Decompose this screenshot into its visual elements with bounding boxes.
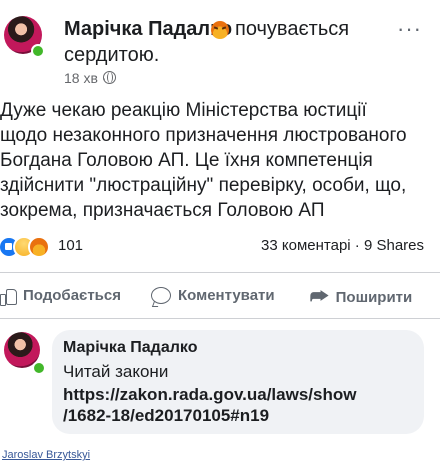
comment-label: Коментувати xyxy=(178,287,275,304)
post-text-line: зокрема, призначається Головою АП xyxy=(0,200,325,221)
reaction-count: 101 xyxy=(58,237,84,254)
globe-icon[interactable] xyxy=(103,71,116,84)
share-arrow-icon: ⮫ xyxy=(310,286,329,308)
angry-face-emoji-icon xyxy=(211,21,229,39)
facebook-post: Марічка Падалко почувається сердитою. 18… xyxy=(0,0,440,461)
online-status-dot xyxy=(32,361,46,375)
post-text-line: Дуже чекаю реакцію Міністерства юстиції xyxy=(0,100,367,121)
share-button[interactable]: ⮫ Поширити xyxy=(310,287,412,307)
comment-author[interactable]: Марічка Падалко xyxy=(63,339,197,357)
next-commenter-name[interactable]: Jaroslav Brzytskyi xyxy=(2,449,90,461)
feeling-text-line1: почувається xyxy=(235,18,350,40)
post-text-line: щодо незаконного призначення люстрованог… xyxy=(0,125,407,146)
comment-button[interactable]: Коментувати xyxy=(151,287,275,304)
like-label: Подобається xyxy=(23,287,121,304)
post-timestamp[interactable]: 18 хв · xyxy=(64,70,106,86)
time-label: 18 хв xyxy=(64,70,98,86)
divider xyxy=(0,318,440,319)
comment-link-line2[interactable]: /1682-18/ed20170105#n19 xyxy=(63,406,269,426)
comment-link-line1[interactable]: https://zakon.rada.gov.ua/laws/show xyxy=(63,385,356,405)
author-name[interactable]: Марічка Падалко xyxy=(64,18,232,41)
speech-bubble-icon xyxy=(151,287,171,304)
feeling-text-line2: сердитою. xyxy=(64,44,160,66)
angry-reaction-icon xyxy=(28,236,50,258)
online-status-dot xyxy=(31,44,45,58)
share-label: Поширити xyxy=(335,288,413,306)
divider xyxy=(0,272,440,273)
thumbs-up-icon xyxy=(0,288,17,306)
post-text: Дуже чекаю реакцію Міністерства юстиції … xyxy=(0,98,420,223)
more-options-icon[interactable]: ··· xyxy=(397,16,422,42)
comments-shares-count[interactable]: 33 коментарі · 9 Shares xyxy=(261,237,424,254)
like-button[interactable]: Подобається xyxy=(0,287,121,306)
post-text-line: здійснити "люстраційну" перевірку, особи… xyxy=(0,175,407,196)
post-text-line: Богдана Головою АП. Це їхня компетенція xyxy=(0,150,373,171)
comment-text: Читай закони xyxy=(63,362,169,381)
